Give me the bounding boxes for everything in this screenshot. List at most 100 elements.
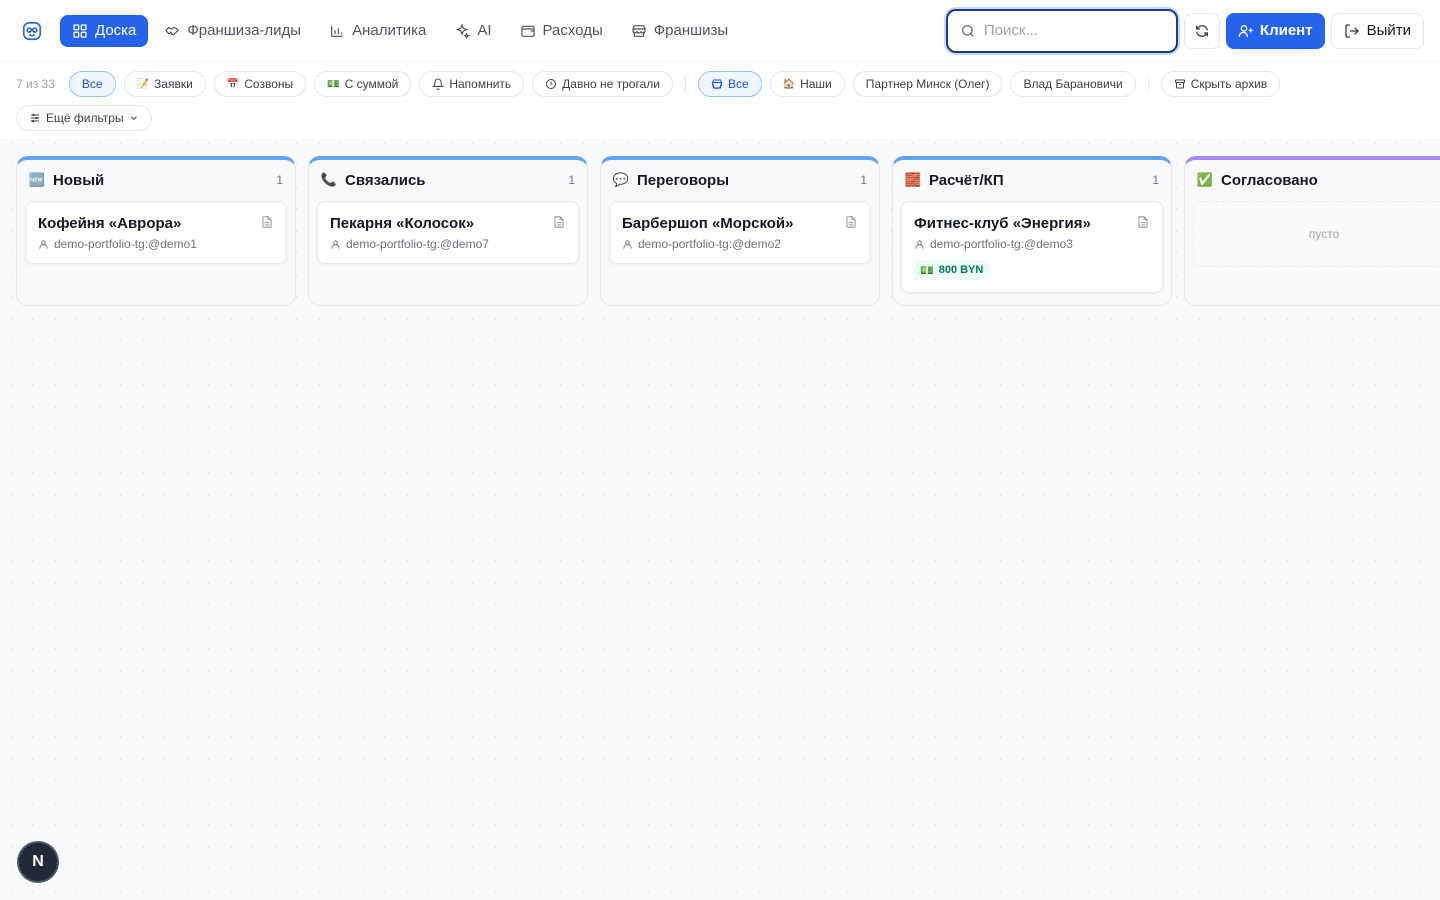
lead-card[interactable]: Барбершоп «Морской» demo-portfolio-tg:@d… [609,201,871,264]
chip-requests-label: Заявки [154,77,193,91]
divider [684,76,686,92]
column-title: Новый [53,171,105,189]
user-icon [39,239,48,249]
money-icon: 💵 [920,264,934,277]
document-icon[interactable] [1136,215,1150,229]
calendar-icon: 📅 [226,78,240,90]
app-logo-icon[interactable] [16,15,48,47]
header-tools: Клиент Выйти [945,8,1424,53]
nav-ai-label: AI [477,22,492,39]
speech-bubble-icon: 💬 [612,172,630,187]
nav-expenses[interactable]: Расходы [508,15,615,47]
chip-owner-ours[interactable]: 🏠 Наши [769,71,845,97]
result-count: 7 из 33 [16,77,55,91]
refresh-button[interactable] [1183,12,1220,49]
document-icon[interactable] [552,215,566,229]
chip-remind-label: Напомнить [449,77,512,91]
chip-hide-archive-label: Скрыть архив [1190,77,1268,91]
handshake-icon [165,26,180,36]
lead-card[interactable]: Фитнес-клуб «Энергия» demo-portfolio-tg:… [901,201,1163,293]
user-plus-icon [1238,24,1253,37]
new-icon: 🆕 [28,172,46,187]
column-negotiations: 💬 Переговоры 1 Барбершоп «Морской» demo-… [600,156,880,306]
column-new: 🆕 Новый 1 Кофейня «Аврора» demo-portfoli… [16,156,296,306]
nav-franchise-leads[interactable]: Франшиза-лиды [152,15,313,47]
nav-analytics[interactable]: Аналитика [317,15,438,47]
user-icon [623,239,632,249]
refresh-icon [1195,24,1208,37]
lead-card-owner: demo-portfolio-tg:@demo1 [38,237,274,251]
chevron-down-icon [130,116,137,120]
chip-owner-baranovichi[interactable]: Влад Барановичи [1010,71,1136,97]
user-icon [915,239,924,249]
house-icon: 🏠 [782,78,796,90]
nav-franchises[interactable]: Франшизы [619,15,740,47]
grid-icon [73,23,87,38]
column-header: 📞 Связались 1 [309,160,587,200]
logout-icon [1344,23,1359,38]
clock-icon [546,79,557,89]
filter-row-main: 7 из 33 Все 📝 Заявки 📅 Созвоны 💵 С суммо… [16,71,1281,97]
document-icon[interactable] [844,215,858,229]
logout-label: Выйти [1366,22,1411,39]
chip-requests[interactable]: 📝 Заявки [123,71,206,97]
column-contacted: 📞 Связались 1 Пекарня «Колосок» demo-por… [308,156,588,306]
filter-row-more: Ещё фильтры [16,105,152,131]
chip-with-amount[interactable]: 💵 С суммой [314,71,412,97]
lead-card-owner: demo-portfolio-tg:@demo2 [622,237,858,251]
nav-ai[interactable]: AI [442,15,503,47]
column-header: 💬 Переговоры 1 [601,160,879,200]
lead-card-title: Барбершоп «Морской» [622,215,794,232]
chip-stale-label: Давно не трогали [562,77,660,91]
more-filters-button[interactable]: Ещё фильтры [16,105,152,131]
search-input[interactable] [983,22,1164,39]
document-icon[interactable] [260,215,274,229]
column-header: ✅ Согласовано 0 [1185,160,1440,200]
column-estimate: 🧱 Расчёт/КП 1 Фитнес-клуб «Энергия» demo… [892,156,1172,306]
chip-owner-minsk[interactable]: Партнер Минск (Олег) [852,71,1003,97]
more-filters-label: Ещё фильтры [46,111,124,125]
amount-value: 800 BYN [938,264,984,276]
chip-owner-all[interactable]: Все [697,71,762,97]
lead-card-owner: demo-portfolio-tg:@demo3 [914,237,1150,251]
chip-type-all-label: Все [81,77,103,91]
chip-stale[interactable]: Давно не трогали [532,71,673,97]
lead-card-owner-text: demo-portfolio-tg:@demo7 [346,237,489,251]
dev-tools-button[interactable]: N [19,843,57,881]
chip-owner-baranovichi-label: Влад Барановичи [1023,77,1123,91]
column-title: Связались [345,171,426,189]
chip-hide-archive[interactable]: Скрыть архив [1160,71,1281,97]
bricks-icon: 🧱 [904,172,922,187]
logout-button[interactable]: Выйти [1330,12,1424,49]
money-icon: 💵 [327,78,340,90]
column-count: 1 [1152,173,1159,187]
lead-card[interactable]: Пекарня «Колосок» demo-portfolio-tg:@dem… [317,201,579,264]
sliders-icon [31,113,39,123]
filter-bar: 7 из 33 Все 📝 Заявки 📅 Созвоны 💵 С суммо… [0,62,1440,138]
nav-franchise-leads-label: Франшиза-лиды [187,22,302,39]
chip-type-all[interactable]: Все [68,71,116,97]
memo-icon: 📝 [136,78,150,90]
nav-board[interactable]: Доска [60,14,149,47]
column-title: Согласовано [1221,171,1318,189]
sparkles-icon [456,22,471,39]
column-agreed: ✅ Согласовано 0 пусто [1184,156,1440,306]
chip-remind[interactable]: Напомнить [419,71,525,97]
lead-card-owner-text: demo-portfolio-tg:@demo3 [930,237,1073,251]
column-header: 🆕 Новый 1 [17,160,295,200]
chip-owner-minsk-label: Партнер Минск (Олег) [865,77,990,91]
column-count: 1 [568,173,575,187]
search-icon [961,24,974,37]
bar-chart-icon [331,25,343,37]
archive-icon [1174,79,1185,89]
chip-calls[interactable]: 📅 Созвоны [213,71,307,97]
column-count: 1 [276,173,283,187]
add-client-button[interactable]: Клиент [1225,12,1325,49]
lead-card[interactable]: Кофейня «Аврора» demo-portfolio-tg:@demo… [25,201,287,264]
search-box[interactable] [945,8,1178,53]
chip-owner-ours-label: Наши [800,77,832,91]
divider [1147,76,1149,92]
empty-placeholder: пусто [1193,201,1440,267]
store-icon [632,24,646,37]
nav-expenses-label: Расходы [542,22,603,39]
